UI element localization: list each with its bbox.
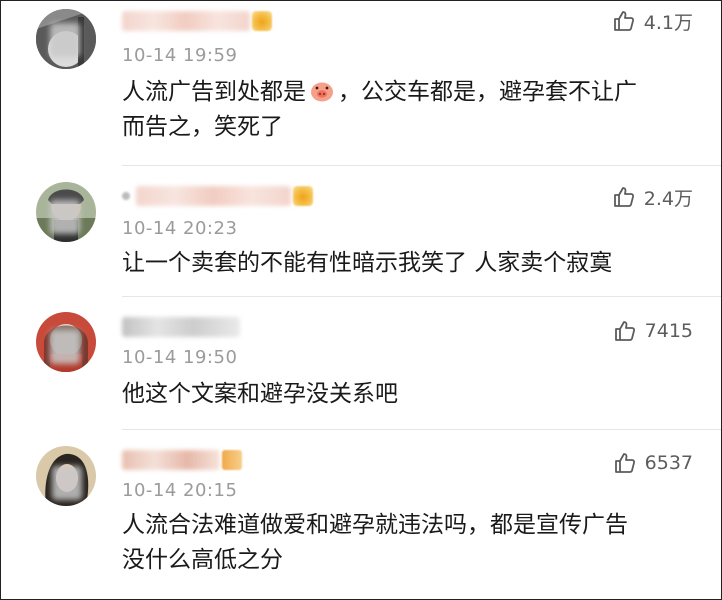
comment-list: 10-14 19:59 4.1万 人流广告到处都是 ，公交车都是，避孕套不让广 …	[0, 0, 722, 600]
vip-crown-icon	[222, 450, 242, 470]
avatar[interactable]	[36, 9, 96, 69]
like-button[interactable]: 2.4万	[612, 183, 693, 211]
comment-item: 10-14 20:15 6537 人流合法难道做爱和避孕就违法吗，都是宣传广告 …	[1, 430, 721, 599]
username-blurred	[122, 450, 220, 470]
comment-item: 10-14 20:23 2.4万 让一个卖套的不能有性暗示我笑了 人家卖个寂寞	[1, 166, 721, 296]
username-blurred	[136, 186, 291, 206]
vip-crown-icon	[252, 11, 272, 31]
like-button[interactable]: 4.1万	[612, 7, 693, 35]
username[interactable]	[122, 448, 242, 472]
like-count: 6537	[644, 452, 693, 474]
like-count: 7415	[644, 320, 693, 342]
thumbs-up-icon	[614, 321, 635, 341]
thumbs-up-icon	[613, 187, 634, 207]
comment-timestamp: 10-14 20:23	[122, 218, 238, 239]
like-count: 2.4万	[643, 187, 693, 210]
username[interactable]	[122, 184, 313, 208]
username-blurred	[122, 317, 240, 337]
comment-text: 人流合法难道做爱和避孕就违法吗，都是宣传广告 没什么高低之分	[122, 512, 628, 573]
thumbs-up-icon	[613, 11, 634, 31]
avatar[interactable]	[36, 312, 96, 372]
comment-text: 让一个卖套的不能有性暗示我笑了 人家卖个寂寞	[122, 250, 613, 276]
comment-item: 10-14 19:59 4.1万 人流广告到处都是 ，公交车都是，避孕套不让广 …	[1, 1, 721, 165]
comment-timestamp: 10-14 19:59	[122, 45, 238, 66]
avatar[interactable]	[36, 182, 96, 242]
like-button[interactable]: 6537	[613, 449, 693, 477]
pig-face-emoji-icon	[311, 82, 333, 102]
username[interactable]	[122, 315, 240, 339]
vip-crown-icon	[293, 186, 313, 206]
like-button[interactable]: 7415	[613, 317, 693, 345]
like-count: 4.1万	[643, 11, 693, 34]
avatar[interactable]	[36, 446, 96, 506]
thumbs-up-icon	[614, 453, 635, 473]
comment-timestamp: 10-14 20:15	[122, 480, 238, 501]
comment-item: 10-14 19:50 7415 他这个文案和避孕没关系吧	[1, 297, 721, 429]
comment-text: 他这个文案和避孕没关系吧	[122, 381, 398, 407]
comment-text: 人流广告到处都是 ，公交车都是，避孕套不让广 而告之，笑死了	[122, 79, 637, 140]
username[interactable]	[122, 9, 272, 33]
username-blurred	[122, 11, 250, 31]
comment-timestamp: 10-14 19:50	[122, 347, 238, 368]
